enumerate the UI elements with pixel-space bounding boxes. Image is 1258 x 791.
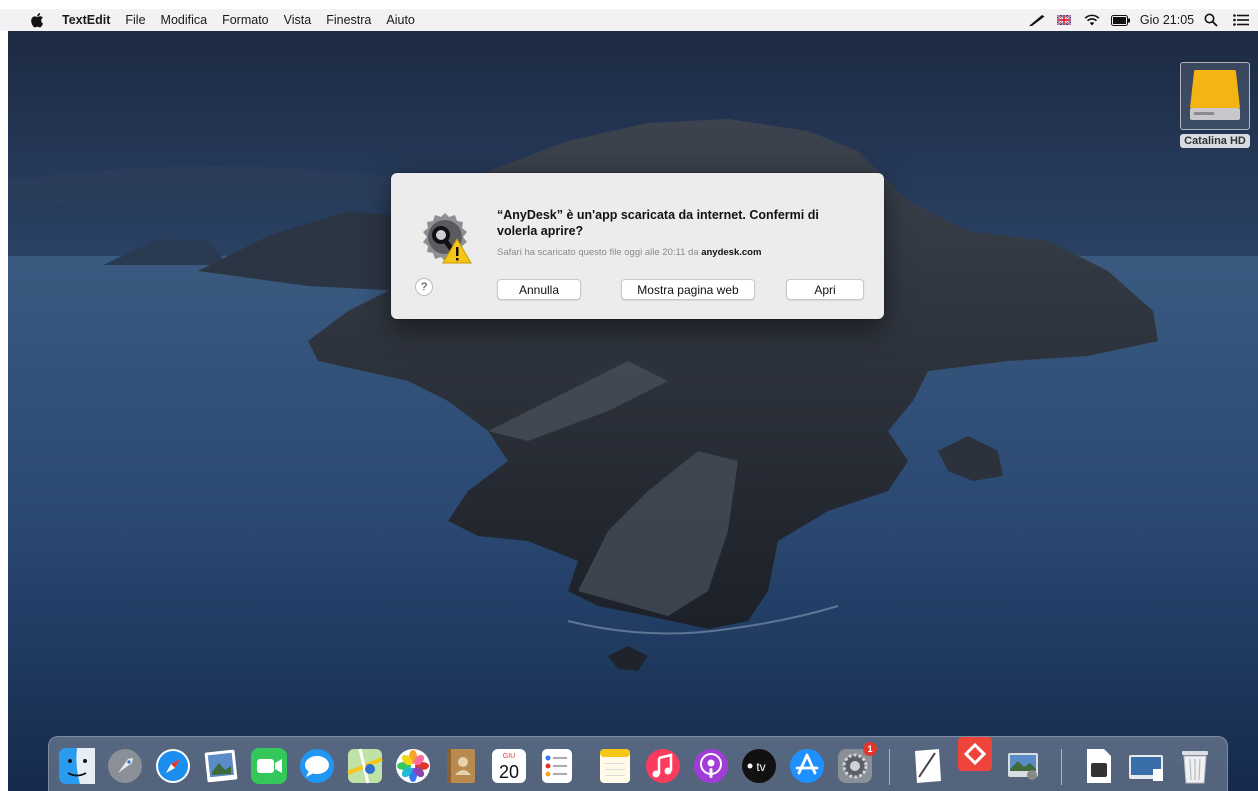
menu-formato[interactable]: Formato: [222, 9, 269, 31]
trash-icon: [1182, 751, 1208, 784]
maps-icon: [347, 748, 383, 784]
textedit-page-icon: [915, 749, 941, 783]
notes-pad-icon: [600, 749, 630, 783]
settings-update-badge: 1: [863, 742, 877, 756]
menu-modifica[interactable]: Modifica: [161, 9, 208, 31]
messages-bubble-icon: [300, 749, 334, 783]
dock-safari[interactable]: [153, 746, 193, 786]
dock-reminders[interactable]: [537, 746, 577, 786]
dock-notes[interactable]: [595, 746, 635, 786]
dock-contacts[interactable]: [441, 746, 481, 786]
photos-flower-icon: [396, 749, 430, 783]
help-button[interactable]: ?: [415, 278, 433, 296]
desktop-wallpaper: [8, 31, 1258, 791]
apple-tv-icon: tv: [742, 749, 776, 783]
drive-icon-container: [1180, 62, 1250, 130]
reminders-list-icon: [542, 749, 572, 783]
menu-vista[interactable]: Vista: [284, 9, 312, 31]
menu-clock[interactable]: Gio 21:05: [1136, 9, 1198, 31]
gatekeeper-dialog: “AnyDesk” è un'app scaricata da internet…: [391, 173, 884, 319]
dock-apple-tv[interactable]: tv: [739, 746, 779, 786]
finder-icon: [59, 748, 95, 784]
dock-photos[interactable]: [393, 746, 433, 786]
dock-messages[interactable]: [297, 746, 337, 786]
anydesk-icon: [958, 737, 992, 771]
apple-menu-icon[interactable]: [30, 12, 44, 28]
dialog-subtitle-text: Safari ha scaricato questo file oggi all…: [497, 247, 699, 258]
dock-image-capture[interactable]: [1003, 746, 1043, 786]
calendar-icon: GIU 20: [492, 749, 526, 783]
menu-app-name[interactable]: TextEdit: [62, 9, 110, 31]
safari-compass-icon: [156, 749, 190, 783]
dialog-subtitle: Safari ha scaricato questo file oggi all…: [497, 247, 867, 259]
dock-launchpad[interactable]: [105, 746, 145, 786]
dock-anydesk[interactable]: [955, 734, 995, 774]
notification-center-icon[interactable]: [1224, 9, 1258, 31]
menu-file[interactable]: File: [125, 9, 145, 31]
screenshot-stack-icon: [1129, 755, 1163, 781]
spotlight-search-icon[interactable]: [1198, 9, 1224, 31]
calendar-day: 20: [499, 762, 519, 782]
music-note-icon: [646, 749, 680, 783]
catalina-island-wallpaper: [8, 119, 1258, 791]
dock-app-store[interactable]: [787, 746, 827, 786]
open-button[interactable]: Apri: [786, 279, 864, 300]
launchpad-rocket-icon: [108, 749, 142, 783]
app-store-icon: [790, 749, 824, 783]
uk-flag-icon[interactable]: [1050, 9, 1078, 31]
pen-icon[interactable]: [1024, 9, 1050, 31]
dock-preview[interactable]: [201, 746, 241, 786]
dock-screenshot-stack[interactable]: [1127, 746, 1167, 786]
dock-system-preferences[interactable]: 1: [835, 742, 877, 786]
menu-bar: TextEdit File Modifica Formato Vista Fin…: [0, 9, 1258, 31]
menu-finestra[interactable]: Finestra: [326, 9, 371, 31]
dock-calendar[interactable]: GIU 20: [489, 746, 529, 786]
show-web-page-button[interactable]: Mostra pagina web: [621, 279, 755, 300]
wifi-icon[interactable]: [1078, 9, 1106, 31]
contacts-book-icon: [447, 749, 475, 783]
podcasts-icon: [694, 749, 728, 783]
dialog-title: “AnyDesk” è un'app scaricata da internet…: [497, 208, 819, 238]
dialog-source-site: anydesk.com: [701, 247, 762, 258]
battery-icon[interactable]: [1106, 9, 1136, 31]
dock-finder[interactable]: [57, 746, 97, 786]
dock: GIU 20 tv 1: [48, 736, 1228, 791]
apple-tv-label: tv: [756, 760, 765, 774]
dock-music[interactable]: [643, 746, 683, 786]
dock-maps[interactable]: [345, 746, 385, 786]
dock-textedit[interactable]: [907, 746, 947, 786]
dock-separator: [889, 749, 890, 785]
dock-downloads[interactable]: [1079, 746, 1119, 786]
downloads-document-icon: [1087, 749, 1111, 783]
facetime-camera-icon: [251, 748, 287, 784]
catalina-hd-drive[interactable]: Catalina HD: [1180, 62, 1250, 152]
drive-label: Catalina HD: [1180, 134, 1250, 148]
dock-facetime[interactable]: [249, 746, 289, 786]
preview-photo-icon: [204, 749, 238, 783]
calendar-month: GIU: [503, 753, 515, 760]
dock-podcasts[interactable]: [691, 746, 731, 786]
cancel-button[interactable]: Annulla: [497, 279, 581, 300]
dock-trash[interactable]: [1175, 746, 1215, 786]
image-capture-icon: [1008, 753, 1038, 780]
hard-drive-icon: [1190, 70, 1240, 120]
gatekeeper-warning-icon: [423, 213, 472, 264]
dock-separator-2: [1061, 749, 1062, 785]
menu-aiuto[interactable]: Aiuto: [386, 9, 415, 31]
